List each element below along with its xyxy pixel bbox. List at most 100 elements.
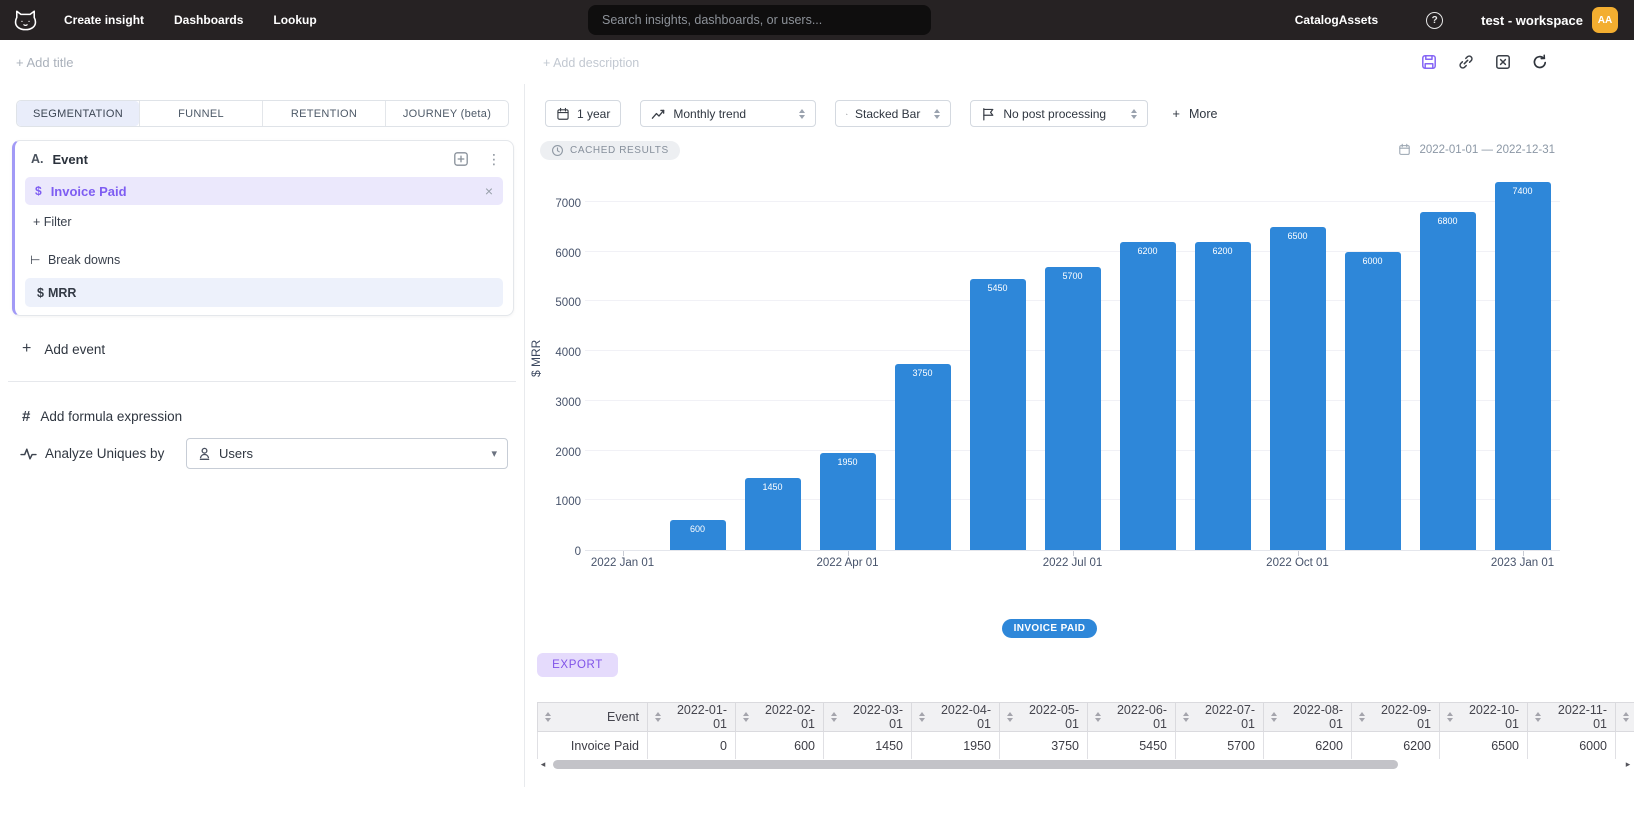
link-icon[interactable] xyxy=(1457,53,1475,71)
date-range-button[interactable]: 1 year xyxy=(545,100,621,127)
sort-icon[interactable] xyxy=(1623,712,1629,722)
table-header-2022-01-01[interactable]: 2022-01-01 xyxy=(648,703,736,732)
sort-icon[interactable] xyxy=(1359,712,1365,722)
table-header-2022-02-01[interactable]: 2022-02-01 xyxy=(736,703,824,732)
post-processing-icon xyxy=(981,107,996,121)
bar-value-label: 5450 xyxy=(970,283,1026,293)
trend-select[interactable]: Monthly trend xyxy=(640,100,816,127)
date-range-text: 2022-01-01 — 2022-12-31 xyxy=(1419,144,1555,156)
table-cell: 6200 xyxy=(1264,732,1352,760)
insight-header: + Add title + Add description xyxy=(0,40,1634,84)
sort-icon[interactable] xyxy=(1271,712,1277,722)
bar-2022-10-01[interactable] xyxy=(1270,227,1326,550)
breakdowns-button[interactable]: ⊢ Break downs xyxy=(30,253,120,267)
add-description-button[interactable]: + Add description xyxy=(543,56,639,70)
table-cell: 0 xyxy=(648,732,736,760)
x-square-icon[interactable] xyxy=(1494,53,1512,71)
bar-2022-11-01[interactable] xyxy=(1345,252,1401,550)
table-cell: 5450 xyxy=(1088,732,1176,760)
breakdown-row[interactable]: $ MRR xyxy=(25,278,503,307)
calendar-icon xyxy=(1398,143,1411,156)
nav-lookup[interactable]: Lookup xyxy=(273,13,316,27)
bar-2022-09-01[interactable] xyxy=(1195,242,1251,550)
table-header-2022-11-01[interactable]: 2022-11-01 xyxy=(1528,703,1616,732)
bar-2022-12-01[interactable] xyxy=(1420,212,1476,550)
table-header-Event[interactable]: Event xyxy=(538,703,648,732)
bar-value-label: 6200 xyxy=(1120,246,1176,256)
query-builder-panel: SEGMENTATION FUNNEL RETENTION JOURNEY (b… xyxy=(0,84,525,787)
table-header-2022-09-01[interactable]: 2022-09-01 xyxy=(1352,703,1440,732)
sort-icon[interactable] xyxy=(1095,712,1101,722)
analyze-by-select[interactable]: Users ▾ xyxy=(186,438,508,469)
table-header-2022-06-01[interactable]: 2022-06-01 xyxy=(1088,703,1176,732)
plus-square-icon[interactable] xyxy=(453,151,469,167)
sort-icon[interactable] xyxy=(1007,712,1013,722)
table-header-2022-08-01[interactable]: 2022-08-01 xyxy=(1264,703,1352,732)
y-tick-label: 6000 xyxy=(555,248,581,260)
export-button[interactable]: EXPORT xyxy=(537,653,618,677)
table-header-2022-03-01[interactable]: 2022-03-01 xyxy=(824,703,912,732)
nav-create-insight[interactable]: Create insight xyxy=(64,13,144,27)
add-filter-button[interactable]: + Filter xyxy=(33,215,72,229)
chart-legend: INVOICE PAID xyxy=(525,619,1574,638)
chart-type-select[interactable]: Stacked Bar xyxy=(835,100,951,127)
save-icon[interactable] xyxy=(1420,53,1438,71)
calendar-icon xyxy=(556,107,570,121)
event-group-title: Event xyxy=(53,152,88,167)
bar-2022-08-01[interactable] xyxy=(1120,242,1176,550)
sort-icon[interactable] xyxy=(545,712,551,722)
post-processing-select[interactable]: No post processing xyxy=(970,100,1148,127)
sort-icon[interactable] xyxy=(831,712,837,722)
horizontal-scrollbar: ◂ ▸ xyxy=(537,758,1634,771)
bar-2022-07-01[interactable] xyxy=(1045,267,1101,550)
bar-2022-05-01[interactable] xyxy=(895,364,951,550)
table-header-2022-10-01[interactable]: 2022-10-01 xyxy=(1440,703,1528,732)
table-cell: 1950 xyxy=(912,732,1000,760)
sort-icon[interactable] xyxy=(655,712,661,722)
table-header-2022-05-01[interactable]: 2022-05-01 xyxy=(1000,703,1088,732)
tab-retention[interactable]: RETENTION xyxy=(262,101,385,126)
bar-value-label: 6200 xyxy=(1195,246,1251,256)
help-icon[interactable]: ? xyxy=(1426,12,1443,29)
add-title-button[interactable]: + Add title xyxy=(16,55,73,70)
sort-icon[interactable] xyxy=(1447,712,1453,722)
scroll-left-icon[interactable]: ◂ xyxy=(537,758,549,771)
avatar[interactable]: AA xyxy=(1592,7,1618,33)
add-formula-button[interactable]: # Add formula expression xyxy=(22,408,182,425)
tab-funnel[interactable]: FUNNEL xyxy=(139,101,262,126)
nav-assets[interactable]: Assets xyxy=(1339,13,1378,27)
dollar-icon: $ xyxy=(35,184,42,198)
refresh-icon[interactable] xyxy=(1531,53,1549,71)
bar-2023-01-01[interactable] xyxy=(1495,182,1551,550)
sort-icon[interactable] xyxy=(1535,712,1541,722)
kebab-menu-icon[interactable]: ⋮ xyxy=(487,152,501,166)
more-button[interactable]: + More xyxy=(1172,106,1217,121)
selected-event-row[interactable]: $ Invoice Paid × xyxy=(25,177,503,205)
table-header-2022-07-01[interactable]: 2022-07-01 xyxy=(1176,703,1264,732)
analyze-uniques-label: Analyze Uniques by xyxy=(45,446,164,461)
workspace-label[interactable]: test - workspace xyxy=(1481,13,1583,28)
scrollbar-thumb[interactable] xyxy=(553,760,1398,769)
y-tick-label: 3000 xyxy=(555,397,581,409)
trend-select-value: Monthly trend xyxy=(673,107,746,121)
remove-event-icon[interactable]: × xyxy=(485,183,493,199)
scroll-right-icon[interactable]: ▸ xyxy=(1622,758,1634,771)
table-header-2022-04-01[interactable]: 2022-04-01 xyxy=(912,703,1000,732)
sort-icon[interactable] xyxy=(919,712,925,722)
table-cell: 600 xyxy=(736,732,824,760)
tab-journey[interactable]: JOURNEY (beta) xyxy=(385,101,508,126)
legend-invoice-paid[interactable]: INVOICE PAID xyxy=(1002,619,1098,638)
logo-cat-icon[interactable] xyxy=(8,8,42,33)
tab-segmentation[interactable]: SEGMENTATION xyxy=(17,101,139,126)
add-event-button[interactable]: + Add event xyxy=(22,340,105,358)
bar-2022-06-01[interactable] xyxy=(970,279,1026,550)
search-input[interactable] xyxy=(588,5,931,35)
bar-2022-04-01[interactable] xyxy=(820,453,876,550)
bar-value-label: 600 xyxy=(670,524,726,534)
table-header-2022-12-01[interactable]: 2022-12-01 xyxy=(1616,703,1634,732)
analyze-by-value: Users xyxy=(219,446,253,461)
sort-icon[interactable] xyxy=(743,712,749,722)
sort-icon[interactable] xyxy=(1183,712,1189,722)
nav-dashboards[interactable]: Dashboards xyxy=(174,13,243,27)
nav-catalog[interactable]: Catalog xyxy=(1295,13,1339,27)
